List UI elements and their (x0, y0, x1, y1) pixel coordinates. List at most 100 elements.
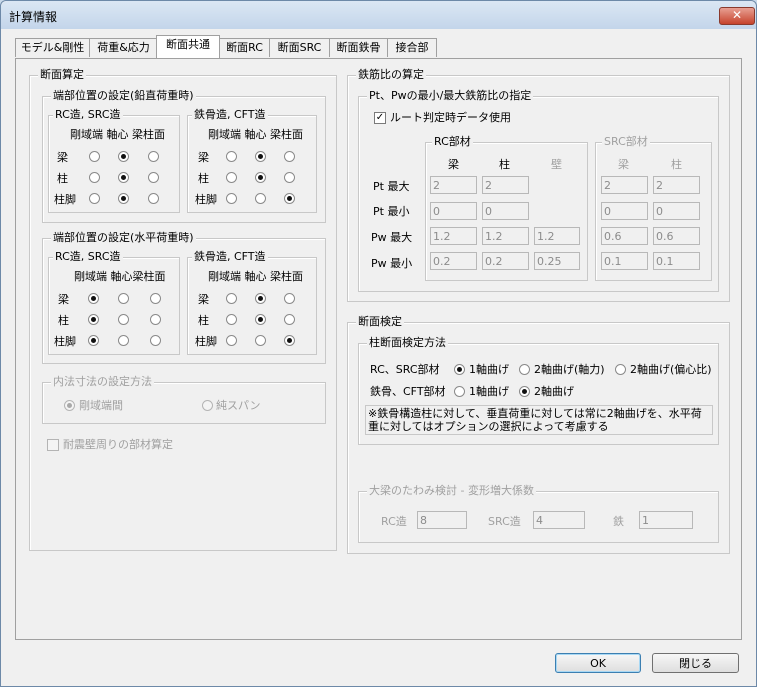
vertical-steel-base-axis-radio[interactable] (255, 193, 266, 204)
pt-min-rc-column-input[interactable]: 0 (482, 202, 529, 220)
span-rigid-radio[interactable] (64, 400, 75, 411)
steel-biaxial-radio[interactable] (519, 386, 530, 397)
horizontal-steel-base-axis-radio[interactable] (255, 335, 266, 346)
vertical-rc-beam-axis-radio[interactable] (118, 151, 129, 162)
vertical-steel-beam-rigid-radio[interactable] (226, 151, 237, 162)
vertical-rc-column-face-radio[interactable] (148, 172, 159, 183)
tab-section-steel[interactable]: 断面鉄骨 (329, 38, 388, 57)
vertical-rc-column-rigid-radio[interactable] (89, 172, 100, 183)
vertical-rc-title: RC造, SRC造 (53, 108, 123, 122)
pt-max-rc-beam-input[interactable]: 2 (430, 176, 477, 194)
pw-min-rc-column-input[interactable]: 0.2 (482, 252, 529, 270)
tab-joint[interactable]: 接合部 (387, 38, 437, 57)
vertical-rc-base-axis-radio[interactable] (118, 193, 129, 204)
horizontal-rc-base-rigid-radio[interactable] (88, 335, 99, 346)
route-check-checkbox[interactable]: ✓ (374, 112, 386, 124)
rc-col-wall: 壁 (551, 158, 562, 171)
horizontal-rc-beam-axis-radio[interactable] (118, 293, 129, 304)
horizontal-rc-base-face-radio[interactable] (150, 335, 161, 346)
dialog-window: 計算情報 ✕ モデル&剛性 荷重&応力 断面共通 断面RC 断面SRC 断面鉄骨… (0, 0, 757, 687)
vertical-steel-col-header: 剛域端 軸心 梁柱面 (208, 128, 303, 141)
horizontal-steel-base-face-radio[interactable] (284, 335, 295, 346)
rc-biaxial-axial-radio[interactable] (519, 364, 530, 375)
seismic-wall-label: 耐震壁周りの部材算定 (63, 438, 173, 451)
pw-min-rc-beam-input[interactable]: 0.2 (430, 252, 477, 270)
src-col-beam: 梁 (618, 158, 629, 171)
pw-max-src-column-input[interactable]: 0.6 (653, 227, 700, 245)
vertical-steel-column-face-radio[interactable] (284, 172, 295, 183)
vertical-rc-column-axis-radio[interactable] (118, 172, 129, 183)
tab-section-rc[interactable]: 断面RC (219, 38, 270, 57)
pw-max-rc-beam-input[interactable]: 1.2 (430, 227, 477, 245)
span-rigid-label: 剛域端間 (79, 399, 123, 412)
tab-model[interactable]: モデル&剛性 (15, 38, 90, 57)
ok-button[interactable]: OK (555, 653, 641, 673)
close-window-button[interactable]: ✕ (719, 7, 755, 25)
horizontal-rc-base-axis-radio[interactable] (118, 335, 129, 346)
vertical-steel-row-beam-label: 梁 (198, 151, 209, 164)
deflection-src-input[interactable]: 4 (533, 511, 585, 529)
pt-max-label: Pt 最大 (373, 180, 410, 193)
horizontal-steel-beam-face-radio[interactable] (284, 293, 295, 304)
tab-section-src[interactable]: 断面SRC (269, 38, 330, 57)
route-check-label: ルート判定時データ使用 (390, 111, 511, 124)
vertical-steel-row-base-label: 柱脚 (195, 193, 217, 206)
horizontal-steel-beam-axis-radio[interactable] (255, 293, 266, 304)
seismic-wall-checkbox[interactable] (47, 439, 59, 451)
vertical-rc-base-rigid-radio[interactable] (89, 193, 100, 204)
vertical-rc-beam-face-radio[interactable] (148, 151, 159, 162)
steel-biaxial-label: 2軸曲げ (534, 385, 574, 398)
pt-min-src-column-input[interactable]: 0 (653, 202, 700, 220)
vertical-steel-beam-face-radio[interactable] (284, 151, 295, 162)
deflection-steel-input[interactable]: 1 (639, 511, 693, 529)
horizontal-rc-column-axis-radio[interactable] (118, 314, 129, 325)
pt-min-src-beam-input[interactable]: 0 (601, 202, 648, 220)
title-bar: 計算情報 ✕ (1, 1, 756, 29)
horizontal-rc-column-rigid-radio[interactable] (88, 314, 99, 325)
vertical-steel-base-face-radio[interactable] (284, 193, 295, 204)
rc-biaxial-axial-label: 2軸曲げ(軸力) (534, 363, 605, 376)
rc-uniaxial-radio[interactable] (454, 364, 465, 375)
pw-min-src-column-input[interactable]: 0.1 (653, 252, 700, 270)
vertical-steel-column-axis-radio[interactable] (255, 172, 266, 183)
vertical-steel-column-rigid-radio[interactable] (226, 172, 237, 183)
vertical-end-title: 端部位置の設定(鉛直荷重時) (51, 89, 196, 103)
pw-min-src-beam-input[interactable]: 0.1 (601, 252, 648, 270)
steel-uniaxial-radio[interactable] (454, 386, 465, 397)
pw-max-src-beam-input[interactable]: 0.6 (601, 227, 648, 245)
pw-max-rc-column-input[interactable]: 1.2 (482, 227, 529, 245)
tab-section-common[interactable]: 断面共通 (156, 35, 220, 58)
horizontal-steel-beam-rigid-radio[interactable] (226, 293, 237, 304)
close-button[interactable]: 閉じる (652, 653, 739, 673)
vertical-rc-base-face-radio[interactable] (148, 193, 159, 204)
pw-max-label: Pw 最大 (371, 231, 413, 244)
horizontal-steel-title: 鉄骨造, CFT造 (192, 250, 268, 264)
pt-max-src-column-input[interactable]: 2 (653, 176, 700, 194)
span-clear-radio[interactable] (202, 400, 213, 411)
horizontal-rc-column-face-radio[interactable] (150, 314, 161, 325)
horizontal-steel-row-beam-label: 梁 (198, 293, 209, 306)
horizontal-rc-beam-face-radio[interactable] (150, 293, 161, 304)
pt-min-rc-beam-input[interactable]: 0 (430, 202, 477, 220)
pt-max-rc-column-input[interactable]: 2 (482, 176, 529, 194)
pw-min-rc-wall-input[interactable]: 0.25 (534, 252, 580, 270)
horizontal-steel-column-rigid-radio[interactable] (226, 314, 237, 325)
steel-cft-member-label: 鉄骨、CFT部材 (370, 385, 446, 398)
vertical-rc-beam-rigid-radio[interactable] (89, 151, 100, 162)
horizontal-steel-base-rigid-radio[interactable] (226, 335, 237, 346)
pw-max-rc-wall-input[interactable]: 1.2 (534, 227, 580, 245)
vertical-steel-base-rigid-radio[interactable] (226, 193, 237, 204)
deflection-rc-input[interactable]: 8 (417, 511, 467, 529)
rc-uniaxial-label: 1軸曲げ (469, 363, 509, 376)
rc-biaxial-eccentric-radio[interactable] (615, 364, 626, 375)
horizontal-steel-column-face-radio[interactable] (284, 314, 295, 325)
column-method-note: ※鉄骨構造柱に対して、垂直荷重に対しては常に2軸曲げを、水平荷重に対してはオプシ… (365, 405, 713, 435)
steel-uniaxial-label: 1軸曲げ (469, 385, 509, 398)
tab-load[interactable]: 荷重&応力 (89, 38, 158, 57)
pt-max-src-beam-input[interactable]: 2 (601, 176, 648, 194)
horizontal-rc-beam-rigid-radio[interactable] (88, 293, 99, 304)
window-title: 計算情報 (9, 10, 58, 24)
horizontal-steel-column-axis-radio[interactable] (255, 314, 266, 325)
vertical-steel-beam-axis-radio[interactable] (255, 151, 266, 162)
section-calc-title: 断面算定 (38, 68, 86, 82)
